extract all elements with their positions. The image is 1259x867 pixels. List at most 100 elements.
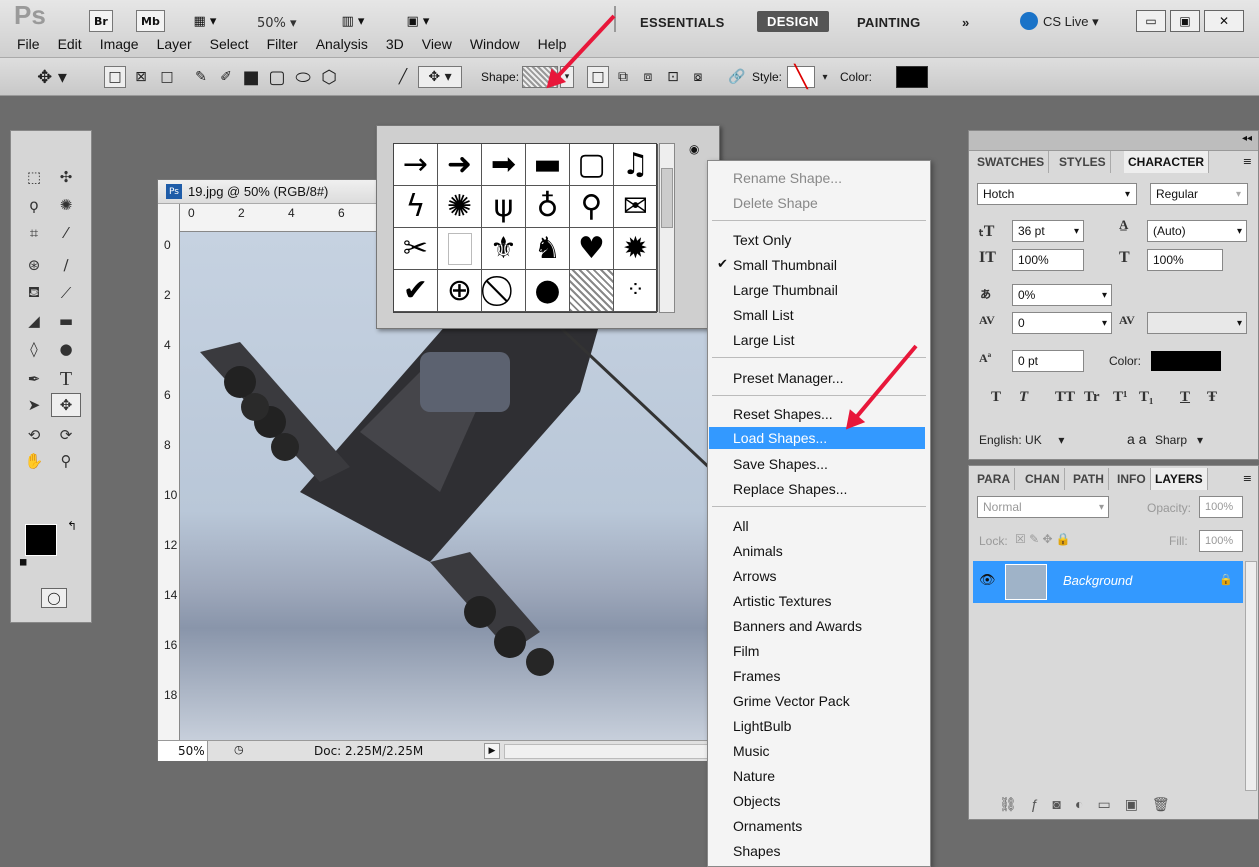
- menu-item-lightbulb[interactable]: LightBulb: [733, 715, 791, 737]
- lock-icons[interactable]: ☒ ✎ ✥ 🔒: [1015, 532, 1071, 546]
- menu-item-all[interactable]: All: [733, 515, 749, 537]
- leading-field[interactable]: (Auto) ▾: [1147, 220, 1247, 242]
- bridge-button[interactable]: Br: [89, 10, 113, 32]
- workspace-design[interactable]: DESIGN: [757, 11, 829, 32]
- workspace-painting[interactable]: PAINTING: [857, 15, 921, 30]
- menu-item-large-list[interactable]: Large List: [733, 329, 794, 351]
- add-mode-icon[interactable]: ⧉: [612, 66, 634, 88]
- hand-tool-icon[interactable]: ✋: [19, 449, 49, 473]
- tsume-field[interactable]: 0% ▾: [1012, 284, 1112, 306]
- heart-shape[interactable]: ♥: [570, 228, 614, 270]
- underline-icon[interactable]: T: [1180, 389, 1190, 406]
- type-tool-icon[interactable]: T: [51, 367, 81, 391]
- quick-mask-icon[interactable]: ◯: [41, 588, 67, 608]
- lightbulb-shape[interactable]: ♁: [526, 186, 570, 228]
- tab-layers[interactable]: LAYERS: [1151, 468, 1208, 490]
- menu-filter[interactable]: Filter: [258, 36, 307, 52]
- ellipse-tool-icon[interactable]: ⬭: [292, 66, 314, 88]
- rectangle-tool-icon[interactable]: ■: [240, 66, 262, 88]
- workspace-essentials[interactable]: ESSENTIALS: [640, 15, 725, 30]
- speech-bubble-shape[interactable]: ●: [526, 270, 570, 312]
- polygon-tool-icon[interactable]: ⬡: [318, 66, 340, 88]
- maximize-button[interactable]: ▣: [1170, 10, 1200, 32]
- clone-stamp-icon[interactable]: ⛾: [19, 281, 49, 305]
- text-color-swatch[interactable]: [1151, 351, 1221, 371]
- menu-item-replace-shapes[interactable]: Replace Shapes...: [733, 478, 847, 500]
- dodge-tool-icon[interactable]: ●: [51, 337, 81, 361]
- splat-shape[interactable]: ✹: [614, 228, 658, 270]
- foreground-color-swatch[interactable]: [25, 524, 57, 556]
- style-picker[interactable]: ╲: [787, 65, 815, 90]
- texture-hatch-shape[interactable]: [570, 270, 614, 312]
- menu-layer[interactable]: Layer: [148, 36, 201, 52]
- menu-item-banners-and-awards[interactable]: Banners and Awards: [733, 615, 862, 637]
- healing-brush-icon[interactable]: ⊛: [19, 253, 49, 277]
- shape-layers-mode-icon[interactable]: □: [104, 66, 126, 88]
- 3d-orbit-icon[interactable]: ⟳: [51, 423, 81, 447]
- menu-view[interactable]: View: [413, 36, 461, 52]
- menu-item-reset-shapes[interactable]: Reset Shapes...: [733, 403, 833, 425]
- no-sign-shape[interactable]: ⃠: [482, 270, 526, 312]
- menu-item-text-only[interactable]: Text Only: [733, 229, 791, 251]
- crosshair-shape[interactable]: ⊕: [438, 270, 482, 312]
- music-note-shape[interactable]: ♫: [614, 144, 658, 186]
- font-family-select[interactable]: Hotch ▾: [977, 183, 1137, 205]
- vertical-scale-field[interactable]: 100%: [1012, 249, 1084, 271]
- arrow-heavy-shape[interactable]: ➡: [482, 144, 526, 186]
- panel-menu-icon[interactable]: ≡: [1243, 155, 1252, 168]
- blend-mode-select[interactable]: Normal ▾: [977, 496, 1109, 518]
- menu-help[interactable]: Help: [529, 36, 576, 52]
- menu-image[interactable]: Image: [91, 36, 148, 52]
- font-style-select[interactable]: Regular ▾: [1150, 183, 1248, 205]
- menu-item-frames[interactable]: Frames: [733, 665, 780, 687]
- link-icon[interactable]: 🔗: [728, 66, 745, 88]
- tab-paths[interactable]: PATH: [1069, 468, 1109, 490]
- swap-colors-icon[interactable]: ↰: [67, 519, 77, 533]
- pen-tool-icon[interactable]: ✎: [190, 66, 212, 88]
- blur-tool-icon[interactable]: ◊: [19, 337, 49, 361]
- tab-channels[interactable]: CHAN: [1021, 468, 1065, 490]
- paths-mode-icon[interactable]: ⊠: [130, 66, 152, 88]
- banner-shape[interactable]: ▬: [526, 144, 570, 186]
- marquee-tool-icon[interactable]: ⬚: [19, 165, 49, 189]
- arrow-bold-shape[interactable]: ➜: [438, 144, 482, 186]
- minimize-button[interactable]: ▭: [1136, 10, 1166, 32]
- scroll-thumb[interactable]: [661, 168, 673, 228]
- tab-character[interactable]: CHARACTER: [1124, 151, 1209, 173]
- starburst-shape[interactable]: ✺: [438, 186, 482, 228]
- faux-bold-icon[interactable]: T: [991, 389, 1001, 406]
- panel-menu-icon[interactable]: ≡: [1243, 472, 1252, 485]
- close-button[interactable]: ✕: [1204, 10, 1244, 32]
- gradient-tool-icon[interactable]: ▬: [51, 309, 81, 333]
- eraser-tool-icon[interactable]: ◢: [19, 309, 49, 333]
- style-dropdown[interactable]: ▾: [818, 66, 832, 88]
- pushpin-shape[interactable]: ⚲: [570, 186, 614, 228]
- tab-styles[interactable]: STYLES: [1055, 151, 1111, 173]
- move-tool-icon[interactable]: ✣: [51, 165, 81, 189]
- subtract-mode-icon[interactable]: ⧈: [637, 66, 659, 88]
- language-select[interactable]: English: UK ▾: [979, 433, 1064, 447]
- custom-shape-tool-icon[interactable]: ✥: [51, 393, 81, 417]
- cs-live-menu[interactable]: CS Live ▾: [1043, 14, 1099, 30]
- diamond-grid-shape[interactable]: ⁘: [614, 270, 658, 312]
- eye-icon[interactable]: 👁: [979, 573, 996, 588]
- frame-shape[interactable]: ▢: [570, 144, 614, 186]
- menu-3d[interactable]: 3D: [377, 36, 413, 52]
- collapse-icon[interactable]: ◂◂: [1242, 133, 1252, 144]
- superscript-icon[interactable]: T¹: [1113, 389, 1128, 406]
- menu-item-arrows[interactable]: Arrows: [733, 565, 777, 587]
- lightning-shape[interactable]: ϟ: [394, 186, 438, 228]
- menu-item-load-shapes[interactable]: Load Shapes...: [709, 427, 925, 449]
- quick-select-tool-icon[interactable]: ✺: [51, 193, 81, 217]
- faux-italic-icon[interactable]: T: [1019, 389, 1028, 406]
- checkmark-shape[interactable]: ✔: [394, 270, 438, 312]
- subscript-icon[interactable]: T₁: [1139, 389, 1154, 406]
- grass-shape[interactable]: ψ: [482, 186, 526, 228]
- menu-item-animals[interactable]: Animals: [733, 540, 783, 562]
- layers-scrollbar[interactable]: [1245, 561, 1257, 791]
- menu-select[interactable]: Select: [201, 36, 258, 52]
- font-size-field[interactable]: 36 pt ▾: [1012, 220, 1084, 242]
- zoom-tool-icon[interactable]: ⚲: [51, 449, 81, 473]
- opacity-field[interactable]: 100%: [1199, 496, 1243, 518]
- workspace-more[interactable]: »: [962, 15, 970, 30]
